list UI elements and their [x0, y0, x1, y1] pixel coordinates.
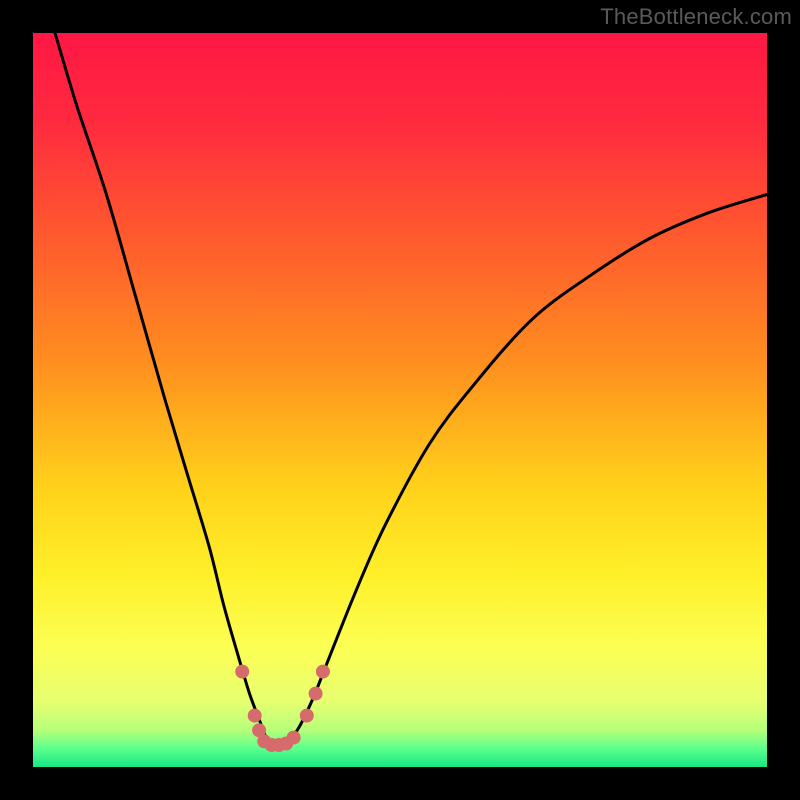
- curve-layer: [33, 33, 767, 767]
- bottleneck-curve-path: [55, 33, 767, 745]
- marker-dot: [248, 709, 262, 723]
- marker-dot: [309, 687, 323, 701]
- plot-area: [33, 33, 767, 767]
- markers-group: [235, 665, 330, 752]
- marker-dot: [316, 665, 330, 679]
- marker-dot: [235, 665, 249, 679]
- marker-dot: [300, 709, 314, 723]
- marker-dot: [287, 731, 301, 745]
- attribution-text: TheBottleneck.com: [600, 4, 792, 30]
- chart-frame: TheBottleneck.com: [0, 0, 800, 800]
